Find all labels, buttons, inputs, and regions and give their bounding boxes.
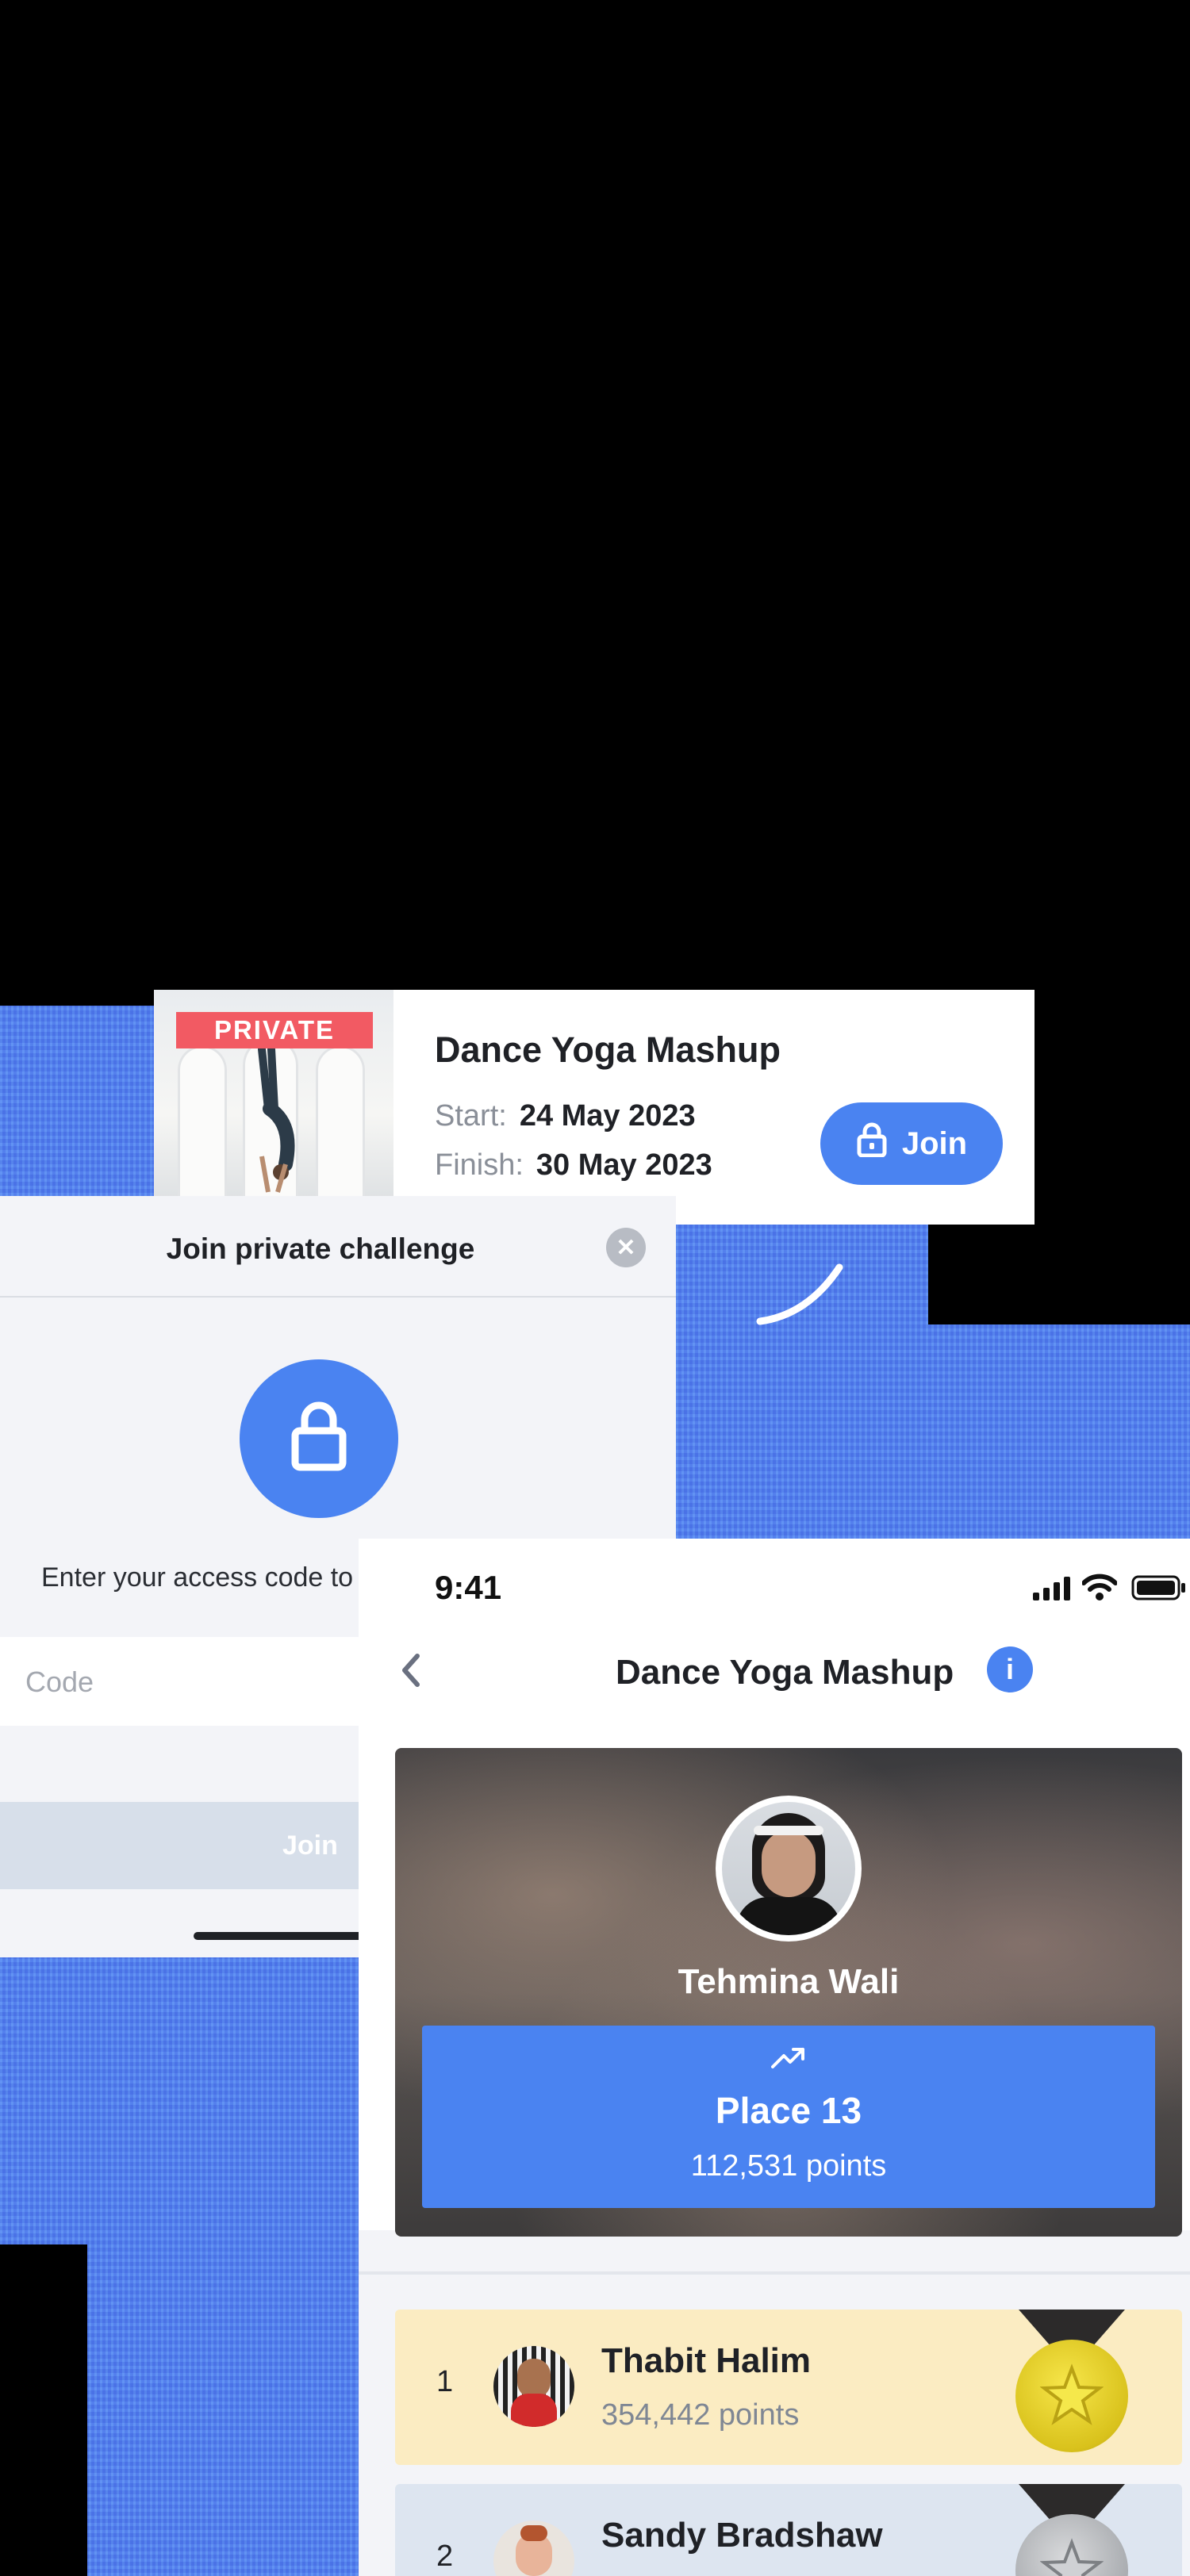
user-name: Tehmina Wali <box>678 1962 900 2001</box>
participant-points: 354,442 points <box>601 2398 800 2432</box>
private-badge: PRIVATE <box>176 1012 373 1048</box>
spinner-arc <box>756 1263 843 1325</box>
finish-date-row: Finish: 30 May 2023 <box>435 1148 712 1183</box>
leaderboard-row[interactable]: 2 Sandy Bradshaw <box>395 2484 1182 2576</box>
join-button-label: Join <box>901 1125 968 1161</box>
lock-icon-circle <box>240 1359 398 1518</box>
yoga-figure <box>258 1045 295 1193</box>
challenge-card[interactable]: PRIVATE Dance Yoga Mashup Start: 24 May … <box>154 990 1035 1225</box>
code-placeholder: Code <box>25 1666 94 1698</box>
signal-icon <box>1033 1577 1070 1600</box>
back-chevron-icon[interactable] <box>400 1653 420 1688</box>
status-bar: 9:41 <box>359 1539 1190 1626</box>
access-code-prompt: Enter your access code to <box>41 1562 354 1593</box>
artifact-right-black-notch <box>928 1221 1190 1324</box>
wifi-icon <box>1082 1574 1117 1600</box>
hero-banner: Tehmina Wali Place 13 112,531 points <box>395 1748 1182 2237</box>
gold-medal-icon <box>1012 2310 1131 2460</box>
start-label: Start: <box>435 1099 507 1133</box>
rank-number: 2 <box>436 2540 454 2573</box>
join-button[interactable]: Join <box>820 1102 1003 1185</box>
start-value: 24 May 2023 <box>519 1099 696 1133</box>
lock-icon <box>291 1401 347 1471</box>
artifact-left-top <box>0 1006 155 1196</box>
participant-name: Sandy Bradshaw <box>601 2516 883 2555</box>
user-avatar <box>716 1796 862 1942</box>
close-icon[interactable]: ✕ <box>606 1228 646 1267</box>
avatar <box>493 2520 574 2576</box>
trending-up-icon <box>771 2048 804 2068</box>
avatar <box>493 2346 574 2427</box>
status-time: 9:41 <box>435 1569 502 1606</box>
leaderboard-row[interactable]: 1 Thabit Halim 354,442 points <box>395 2310 1182 2465</box>
modal-title: Join private challenge <box>166 1232 475 1265</box>
info-icon[interactable]: i <box>987 1646 1033 1692</box>
lock-icon <box>856 1122 888 1165</box>
finish-label: Finish: <box>435 1148 524 1182</box>
nav-bar: Dance Yoga Mashup i <box>359 1626 1190 1713</box>
challenge-title: Dance Yoga Mashup <box>435 1029 781 1070</box>
points-label: 112,531 points <box>690 2149 887 2183</box>
battery-icon <box>1131 1575 1185 1600</box>
modal-join-label: Join <box>282 1830 338 1861</box>
nav-title: Dance Yoga Mashup <box>616 1653 954 1692</box>
section-divider <box>359 2271 1190 2275</box>
leaderboard-screen: 9:41 Dance Yoga Mashup i Tehmina Wali Pl… <box>359 1539 1190 2576</box>
rank-number: 1 <box>436 2365 454 2398</box>
participant-name: Thabit Halim <box>601 2341 812 2380</box>
artifact-left-bottom-black <box>0 2244 87 2576</box>
place-card: Place 13 112,531 points <box>422 2026 1155 2208</box>
place-label: Place 13 <box>715 2090 862 2131</box>
modal-divider <box>0 1296 676 1298</box>
silver-medal-icon <box>1012 2484 1131 2576</box>
finish-value: 30 May 2023 <box>536 1148 712 1182</box>
start-date-row: Start: 24 May 2023 <box>435 1099 696 1133</box>
